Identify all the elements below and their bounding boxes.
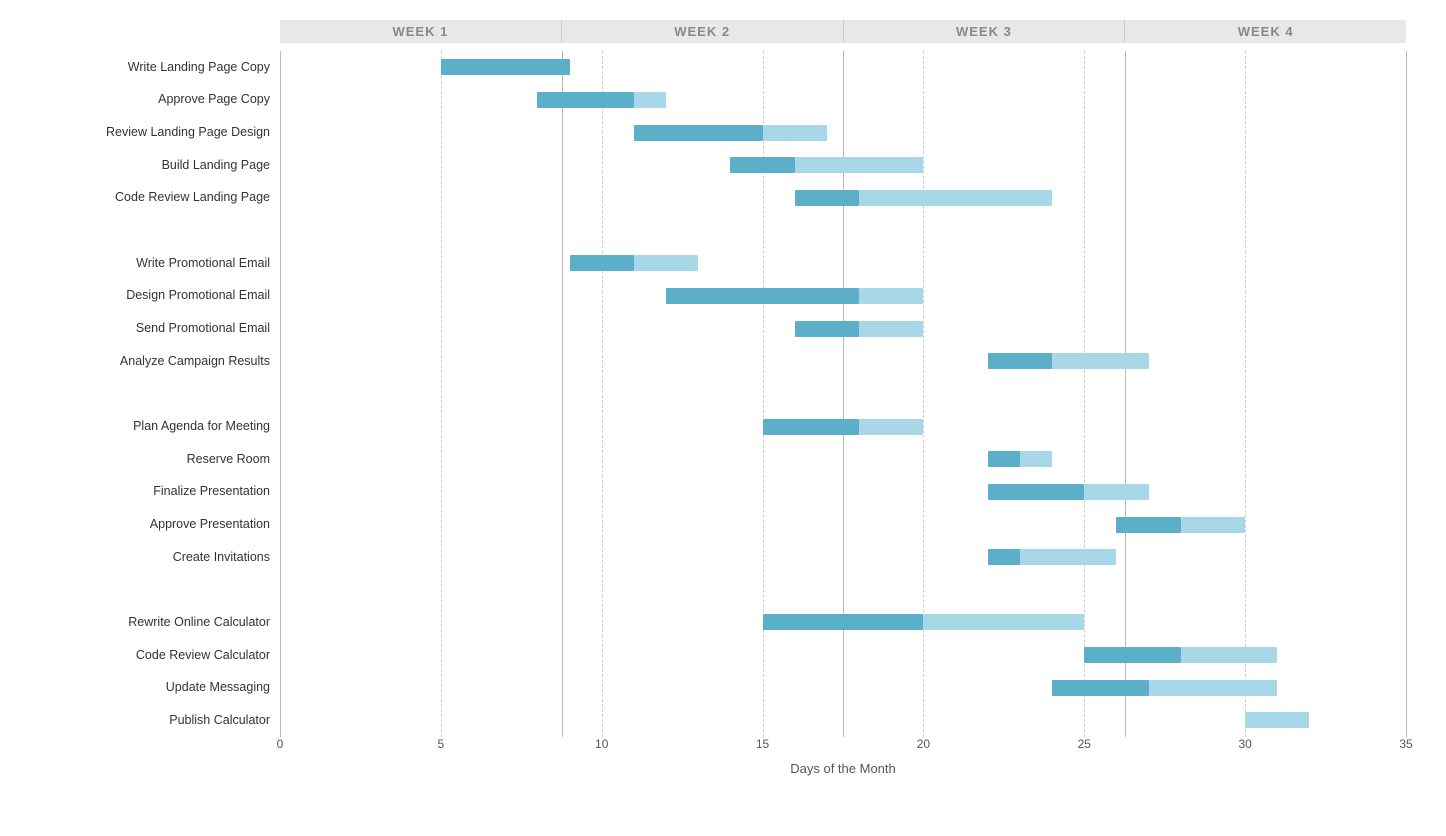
bar-row <box>280 417 1406 437</box>
week-label: WEEK 4 <box>1125 20 1406 43</box>
task-label: Finalize Presentation <box>20 484 270 499</box>
gantt-area <box>280 51 1406 737</box>
task-label: Reserve Room <box>20 452 270 467</box>
bar-row <box>280 515 1406 535</box>
bar-light <box>1020 549 1117 565</box>
week-header: WEEK 1WEEK 2WEEK 3WEEK 4 <box>280 20 1406 43</box>
x-tick: 20 <box>917 737 930 751</box>
bar-light <box>1020 451 1052 467</box>
bar-light <box>634 92 666 108</box>
bar-dark <box>763 614 924 630</box>
x-axis-label: Days of the Month <box>280 761 1406 776</box>
x-tick: 10 <box>595 737 608 751</box>
task-label: Approve Presentation <box>20 517 270 532</box>
bar-row <box>280 482 1406 502</box>
bar-dark <box>988 451 1020 467</box>
bar-dark <box>988 484 1085 500</box>
bar-dark <box>730 157 794 173</box>
x-tick: 35 <box>1399 737 1412 751</box>
bar-dark <box>988 353 1052 369</box>
bars-container <box>280 51 1406 737</box>
bar-row <box>280 123 1406 143</box>
bar-row <box>280 286 1406 306</box>
bar-dark <box>537 92 634 108</box>
bar-row <box>280 351 1406 371</box>
task-label: Create Invitations <box>20 550 270 565</box>
task-label: Publish Calculator <box>20 713 270 728</box>
chart-body: Write Landing Page Copy Approve Page Copy… <box>20 51 1426 737</box>
bar-dark <box>441 59 570 75</box>
task-labels: Write Landing Page Copy Approve Page Copy… <box>20 51 280 737</box>
task-label: Design Promotional Email <box>20 288 270 303</box>
bar-light <box>1084 484 1148 500</box>
week-label: WEEK 3 <box>844 20 1126 43</box>
bar-row <box>280 90 1406 110</box>
task-label: Rewrite Online Calculator <box>20 615 270 630</box>
bar-row <box>280 449 1406 469</box>
bar-light <box>859 288 923 304</box>
week-label: WEEK 1 <box>280 20 562 43</box>
bar-dark <box>570 255 634 271</box>
task-label: Write Landing Page Copy <box>20 60 270 75</box>
week-label: WEEK 2 <box>562 20 844 43</box>
task-label: Write Promotional Email <box>20 256 270 271</box>
bar-dark <box>795 190 859 206</box>
x-axis: 05101520253035 Days of the Month <box>280 737 1406 776</box>
bar-light <box>1149 680 1278 696</box>
bar-row <box>280 645 1406 665</box>
bar-dark <box>1052 680 1149 696</box>
bar-dark <box>1116 517 1180 533</box>
task-label: Send Promotional Email <box>20 321 270 336</box>
x-ticks: 05101520253035 <box>280 737 1406 757</box>
task-label: Plan Agenda for Meeting <box>20 419 270 434</box>
bar-light <box>859 419 923 435</box>
bar-row <box>280 580 1406 600</box>
task-label: Code Review Calculator <box>20 648 270 663</box>
task-label: Approve Page Copy <box>20 92 270 107</box>
x-tick: 15 <box>756 737 769 751</box>
bar-row <box>280 384 1406 404</box>
task-label: Code Review Landing Page <box>20 190 270 205</box>
bar-light <box>1181 647 1278 663</box>
task-label: Review Landing Page Design <box>20 125 270 140</box>
bar-light <box>859 190 1052 206</box>
x-tick: 0 <box>277 737 284 751</box>
bar-light <box>859 321 923 337</box>
bar-dark <box>634 125 763 141</box>
bar-dark <box>988 549 1020 565</box>
bar-row <box>280 710 1406 730</box>
bar-row <box>280 547 1406 567</box>
bar-light <box>634 255 698 271</box>
bar-light <box>763 125 827 141</box>
bar-row <box>280 253 1406 273</box>
bar-dark <box>795 321 859 337</box>
bar-dark <box>1084 647 1181 663</box>
task-label: Update Messaging <box>20 680 270 695</box>
x-tick: 25 <box>1078 737 1091 751</box>
bar-light <box>1181 517 1245 533</box>
bar-row <box>280 188 1406 208</box>
bar-row <box>280 155 1406 175</box>
chart-container: WEEK 1WEEK 2WEEK 3WEEK 4 Write Landing P… <box>0 0 1446 836</box>
bar-row <box>280 678 1406 698</box>
bar-light <box>1052 353 1149 369</box>
task-label: Build Landing Page <box>20 158 270 173</box>
bar-light <box>923 614 1084 630</box>
grid-solid-line <box>1406 51 1407 737</box>
bar-dark <box>666 288 859 304</box>
x-tick: 5 <box>438 737 445 751</box>
bar-row <box>280 57 1406 77</box>
bar-light <box>1245 712 1309 728</box>
bar-row <box>280 221 1406 241</box>
bar-row <box>280 612 1406 632</box>
bar-row <box>280 319 1406 339</box>
task-label: Analyze Campaign Results <box>20 354 270 369</box>
bar-dark <box>763 419 860 435</box>
bar-light <box>795 157 924 173</box>
x-tick: 30 <box>1238 737 1251 751</box>
